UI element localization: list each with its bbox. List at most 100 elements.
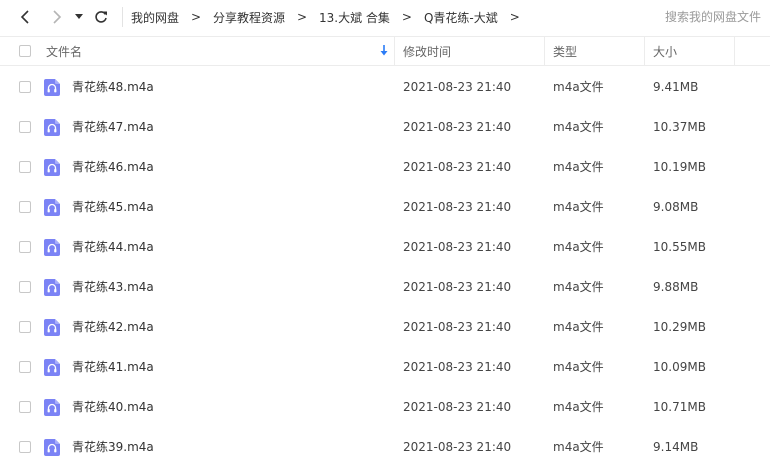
forward-button[interactable] xyxy=(46,6,68,28)
toolbar: 我的网盘 > 分享教程资源 > 13.大斌 合集 > Q青花练-大斌 > xyxy=(0,0,770,34)
file-type: m4a文件 xyxy=(553,240,604,254)
search-input[interactable] xyxy=(655,6,767,28)
row-checkbox[interactable] xyxy=(19,401,31,413)
history-dropdown-button[interactable] xyxy=(72,6,86,28)
file-row[interactable]: 青花练46.m4a 2021-08-23 21:40 m4a文件 10.19MB xyxy=(0,147,770,187)
audio-file-icon xyxy=(44,239,60,256)
file-size: 10.37MB xyxy=(653,120,706,134)
back-button[interactable] xyxy=(14,6,36,28)
column-header-name-label: 文件名 xyxy=(46,44,83,59)
file-name[interactable]: 青花练45.m4a xyxy=(72,187,154,227)
row-checkbox[interactable] xyxy=(19,441,31,453)
breadcrumb-item-collection[interactable]: 13.大斌 合集 xyxy=(318,9,391,26)
file-row[interactable]: 青花练45.m4a 2021-08-23 21:40 m4a文件 9.08MB xyxy=(0,187,770,227)
audio-file-icon xyxy=(44,319,60,336)
breadcrumb: 我的网盘 > 分享教程资源 > 13.大斌 合集 > Q青花练-大斌 > xyxy=(130,0,531,34)
breadcrumb-separator: > xyxy=(509,10,520,24)
audio-file-icon xyxy=(44,199,60,216)
audio-file-icon xyxy=(44,119,60,136)
file-name[interactable]: 青花练48.m4a xyxy=(72,67,154,107)
file-name[interactable]: 青花练46.m4a xyxy=(72,147,154,187)
file-modified-time: 2021-08-23 21:40 xyxy=(403,160,512,174)
file-modified-time: 2021-08-23 21:40 xyxy=(403,360,512,374)
file-type: m4a文件 xyxy=(553,360,604,374)
file-manager-window: 我的网盘 > 分享教程资源 > 13.大斌 合集 > Q青花练-大斌 > 文件名… xyxy=(0,0,770,468)
file-modified-time: 2021-08-23 21:40 xyxy=(403,200,512,214)
file-name[interactable]: 青花练43.m4a xyxy=(72,267,154,307)
file-size: 9.41MB xyxy=(653,80,699,94)
column-header-modified-time-label: 修改时间 xyxy=(403,44,452,59)
file-type: m4a文件 xyxy=(553,160,604,174)
file-name[interactable]: 青花练44.m4a xyxy=(72,227,154,267)
file-row[interactable]: 青花练47.m4a 2021-08-23 21:40 m4a文件 10.37MB xyxy=(0,107,770,147)
chevron-right-icon xyxy=(53,10,62,24)
breadcrumb-item-my-drive[interactable]: 我的网盘 xyxy=(130,9,180,26)
file-size: 9.14MB xyxy=(653,440,699,454)
file-modified-time: 2021-08-23 21:40 xyxy=(403,120,512,134)
file-size: 10.09MB xyxy=(653,360,706,374)
file-row[interactable]: 青花练42.m4a 2021-08-23 21:40 m4a文件 10.29MB xyxy=(0,307,770,347)
row-checkbox[interactable] xyxy=(19,241,31,253)
row-checkbox[interactable] xyxy=(19,361,31,373)
file-modified-time: 2021-08-23 21:40 xyxy=(403,400,512,414)
file-size: 9.88MB xyxy=(653,280,699,294)
audio-file-icon xyxy=(44,439,60,456)
breadcrumb-separator: > xyxy=(297,10,308,24)
file-type: m4a文件 xyxy=(553,200,604,214)
file-row[interactable]: 青花练44.m4a 2021-08-23 21:40 m4a文件 10.55MB xyxy=(0,227,770,267)
file-type: m4a文件 xyxy=(553,320,604,334)
file-size: 10.29MB xyxy=(653,320,706,334)
file-modified-time: 2021-08-23 21:40 xyxy=(403,320,512,334)
file-name[interactable]: 青花练40.m4a xyxy=(72,387,154,427)
file-name[interactable]: 青花练39.m4a xyxy=(72,427,154,467)
file-modified-time: 2021-08-23 21:40 xyxy=(403,240,512,254)
file-size: 9.08MB xyxy=(653,200,699,214)
column-header-size-label: 大小 xyxy=(653,44,678,59)
row-checkbox[interactable] xyxy=(19,281,31,293)
column-header-modified-time[interactable]: 修改时间 xyxy=(395,37,545,65)
file-modified-time: 2021-08-23 21:40 xyxy=(403,80,512,94)
file-row[interactable]: 青花练48.m4a 2021-08-23 21:40 m4a文件 9.41MB xyxy=(0,67,770,107)
refresh-button[interactable] xyxy=(90,6,112,28)
file-type: m4a文件 xyxy=(553,80,604,94)
file-type: m4a文件 xyxy=(553,280,604,294)
file-name[interactable]: 青花练47.m4a xyxy=(72,107,154,147)
column-header-name[interactable]: 文件名 xyxy=(36,37,395,65)
row-checkbox[interactable] xyxy=(19,161,31,173)
file-name[interactable]: 青花练42.m4a xyxy=(72,307,154,347)
breadcrumb-item-current-folder[interactable]: Q青花练-大斌 xyxy=(423,9,499,26)
audio-file-icon xyxy=(44,359,60,376)
refresh-icon xyxy=(95,11,107,23)
file-type: m4a文件 xyxy=(553,440,604,454)
file-type: m4a文件 xyxy=(553,120,604,134)
row-checkbox[interactable] xyxy=(19,321,31,333)
audio-file-icon xyxy=(44,159,60,176)
row-checkbox[interactable] xyxy=(19,81,31,93)
file-name[interactable]: 青花练41.m4a xyxy=(72,347,154,387)
caret-down-icon xyxy=(75,14,83,19)
chevron-left-icon xyxy=(20,10,29,24)
toolbar-divider xyxy=(122,7,123,27)
file-modified-time: 2021-08-23 21:40 xyxy=(403,280,512,294)
column-header-row: 文件名 修改时间 类型 大小 xyxy=(0,36,770,66)
file-row[interactable]: 青花练43.m4a 2021-08-23 21:40 m4a文件 9.88MB xyxy=(0,267,770,307)
audio-file-icon xyxy=(44,399,60,416)
file-size: 10.55MB xyxy=(653,240,706,254)
audio-file-icon xyxy=(44,279,60,296)
file-row[interactable]: 青花练39.m4a 2021-08-23 21:40 m4a文件 9.14MB xyxy=(0,427,770,467)
breadcrumb-item-share-resources[interactable]: 分享教程资源 xyxy=(212,9,286,26)
audio-file-icon xyxy=(44,79,60,96)
breadcrumb-separator: > xyxy=(401,10,412,24)
row-checkbox[interactable] xyxy=(19,121,31,133)
file-size: 10.71MB xyxy=(653,400,706,414)
file-type: m4a文件 xyxy=(553,400,604,414)
select-all-checkbox[interactable] xyxy=(19,45,31,57)
column-header-size[interactable]: 大小 xyxy=(645,37,735,65)
column-header-type[interactable]: 类型 xyxy=(545,37,645,65)
column-header-type-label: 类型 xyxy=(553,44,578,59)
row-checkbox[interactable] xyxy=(19,201,31,213)
file-row[interactable]: 青花练40.m4a 2021-08-23 21:40 m4a文件 10.71MB xyxy=(0,387,770,427)
file-modified-time: 2021-08-23 21:40 xyxy=(403,440,512,454)
file-row[interactable]: 青花练41.m4a 2021-08-23 21:40 m4a文件 10.09MB xyxy=(0,347,770,387)
breadcrumb-separator: > xyxy=(190,10,202,24)
